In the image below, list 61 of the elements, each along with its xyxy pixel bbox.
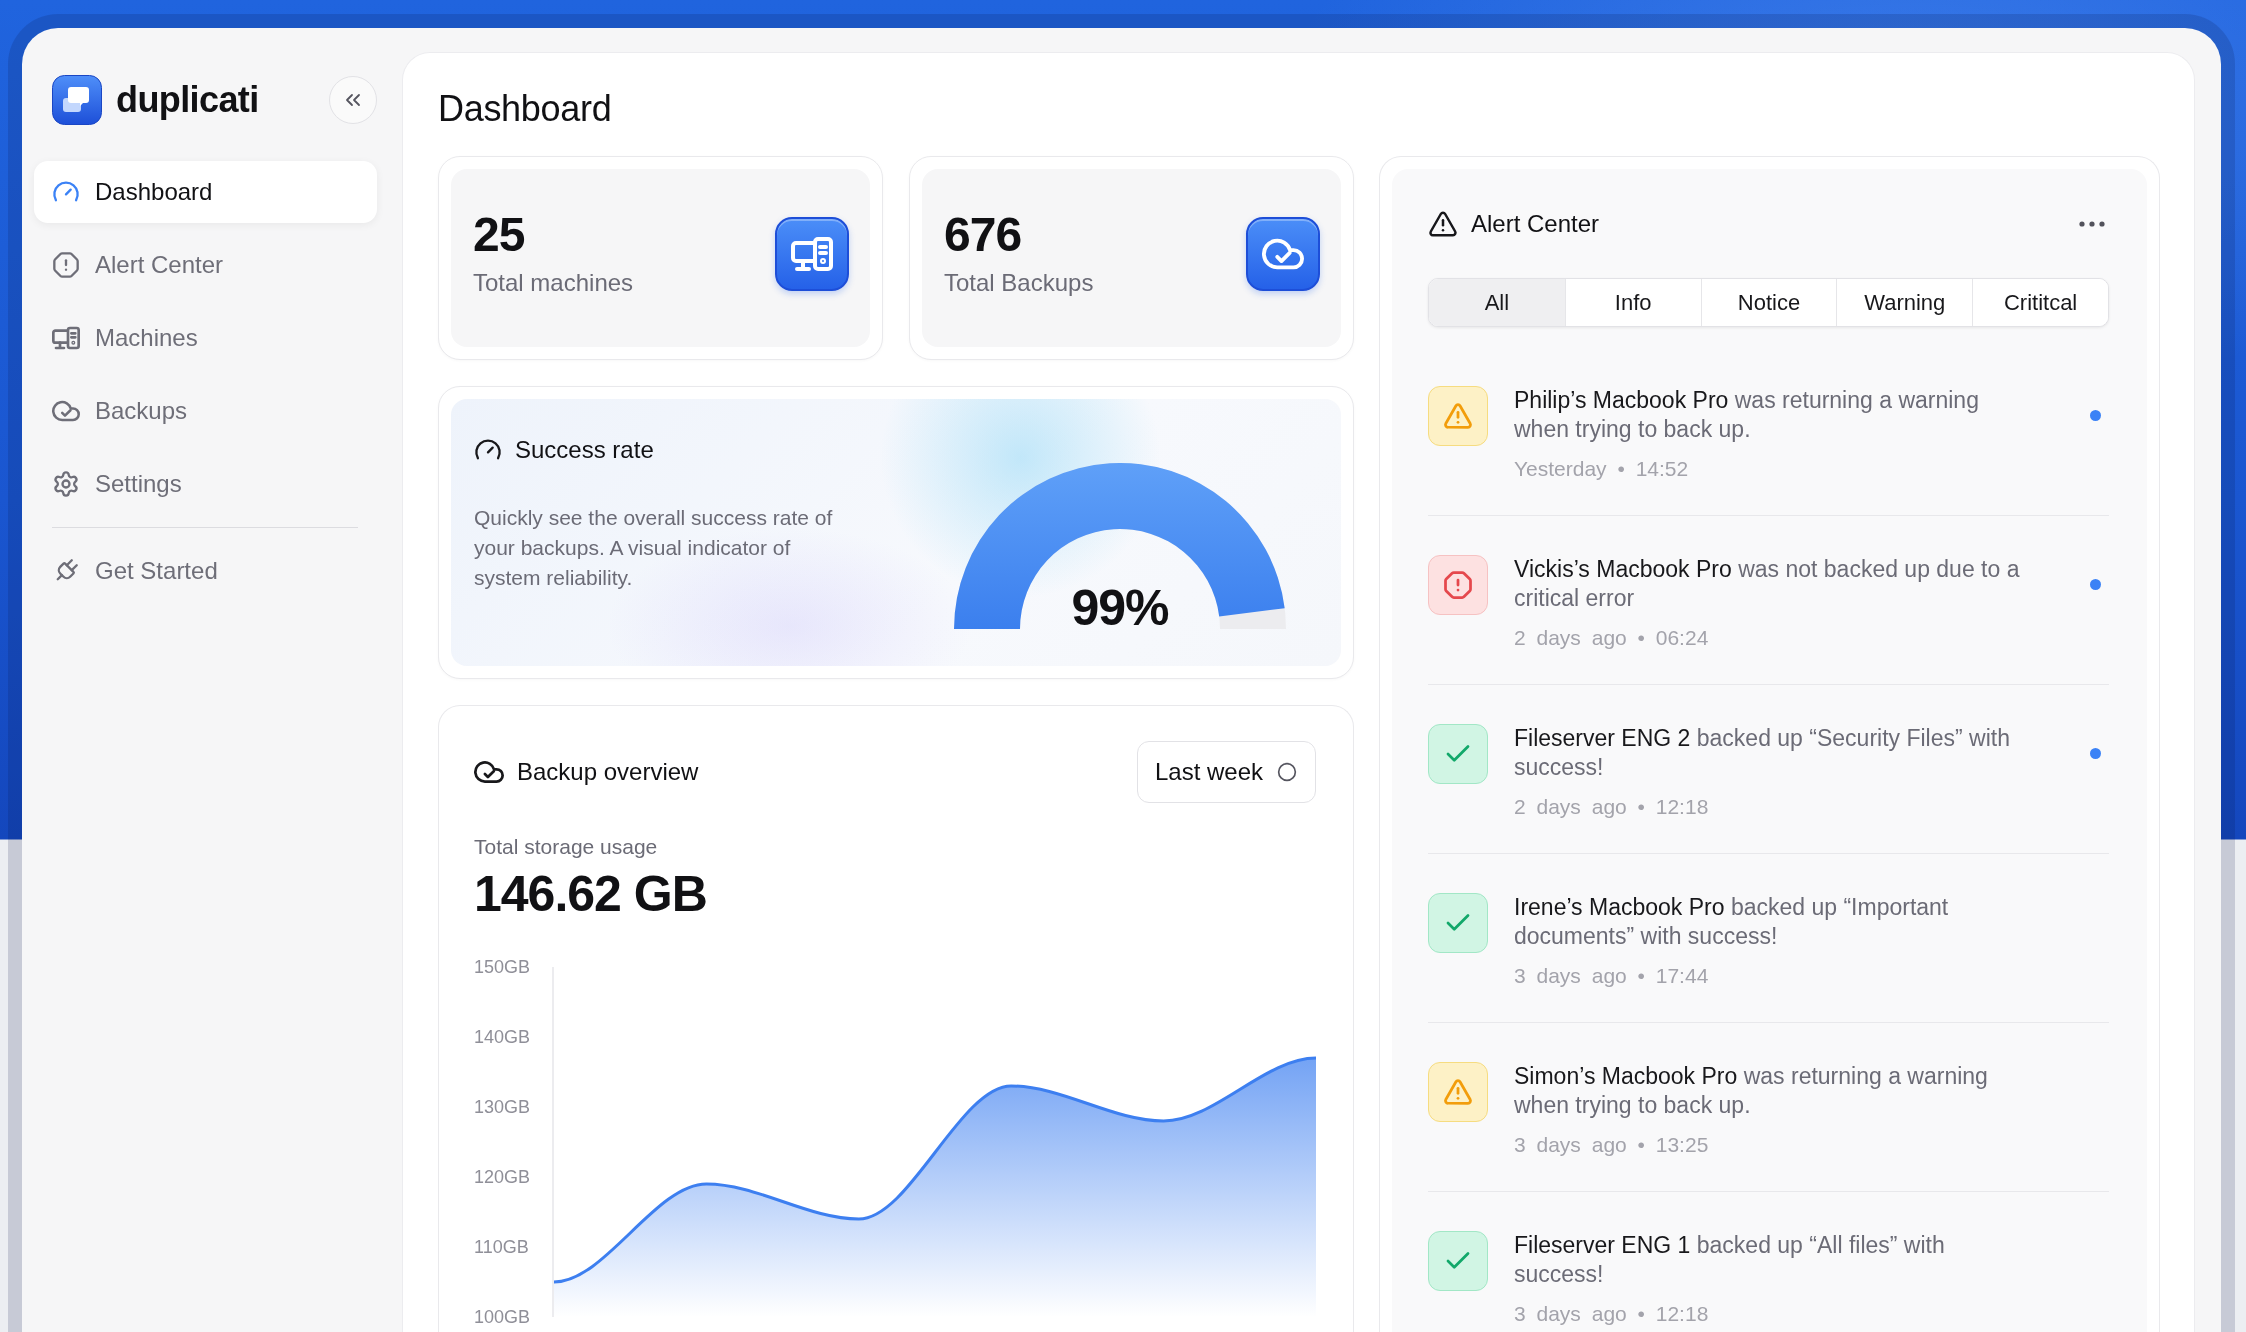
- card-description: Quickly see the overall success rate of your backups. A visual indicator of system reliability.: [474, 505, 834, 591]
- more-icon: [2079, 221, 2105, 227]
- check-icon: [1428, 724, 1488, 784]
- y-tick-label: 110GB: [474, 1237, 529, 1257]
- alert-time: 2 days ago • 12:18: [1514, 796, 1709, 818]
- stat-label: Total machines: [473, 269, 634, 297]
- filter-tab[interactable]: Crititcal: [1972, 279, 2108, 326]
- stat-value: 25: [473, 211, 525, 259]
- alert-message: Philip’s Macbook Pro was returning a warning when trying to back up.: [1514, 386, 1980, 444]
- card-title: Success rate: [515, 436, 654, 464]
- warning-icon: [1428, 209, 1458, 239]
- alert-message: Fileserver ENG 1 backed up “All files” with success!: [1514, 1231, 1946, 1289]
- nav-item[interactable]: Dashboard: [34, 161, 377, 223]
- nav-item[interactable]: Backups: [34, 380, 377, 442]
- warning-icon: [1428, 1062, 1488, 1122]
- y-tick-label: 150GB: [474, 957, 531, 977]
- filter-tab[interactable]: Warning: [1836, 279, 1973, 326]
- period-select-button[interactable]: Last week: [1136, 741, 1316, 803]
- alert-message: Fileserver ENG 2 backed up “Security Files” with success!: [1514, 724, 2011, 782]
- y-tick-label: 120GB: [474, 1167, 531, 1187]
- app-name: duplicati: [116, 79, 259, 121]
- y-tick-label: 140GB: [474, 1027, 531, 1047]
- alert-time: Yesterday • 14:52: [1514, 458, 1689, 480]
- alert-time: 3 days ago • 17:44: [1514, 965, 1709, 987]
- warning-icon: [1428, 386, 1488, 446]
- filter-tab[interactable]: Info: [1564, 279, 1701, 326]
- alert-message: Irene’s Macbook Pro backed up “Important documents” with success!: [1514, 893, 1950, 951]
- alert-message: Simon’s Macbook Pro was returning a warning when trying to back up.: [1514, 1062, 1989, 1120]
- y-tick-label: 100GB: [474, 1307, 531, 1327]
- nav-item[interactable]: Get Started: [34, 540, 377, 602]
- nav-item[interactable]: Machines: [34, 307, 377, 369]
- error-icon: [1428, 555, 1488, 615]
- more-options-button[interactable]: [2079, 221, 2105, 227]
- circle-icon: [1277, 762, 1297, 782]
- computer-icon: [775, 217, 849, 291]
- logo-icon: [52, 75, 102, 125]
- stat-label: Total Backups: [944, 269, 1094, 297]
- check-icon: [1428, 893, 1488, 953]
- check-icon: [1428, 1231, 1488, 1291]
- card-title: Alert Center: [1471, 210, 1600, 238]
- alert-octagon-icon: [52, 251, 80, 279]
- cloud-check-icon: [474, 761, 504, 783]
- nav-item[interactable]: Settings: [34, 453, 377, 515]
- nav-item[interactable]: Alert Center: [34, 234, 377, 296]
- filter-tab[interactable]: Notice: [1700, 279, 1837, 326]
- cloud-check-icon: [1246, 217, 1320, 291]
- storage-label: Total storage usage: [474, 836, 658, 858]
- y-tick-label: 130GB: [474, 1097, 531, 1117]
- filter-tab[interactable]: All: [1429, 279, 1565, 326]
- alert-message: Vickis’s Macbook Pro was not backed up due to a critical error: [1514, 555, 2021, 613]
- alert-time: 3 days ago • 13:25: [1514, 1134, 1709, 1156]
- card-title: Backup overview: [517, 758, 699, 786]
- collapse-sidebar-button[interactable]: [329, 76, 377, 124]
- stat-value: 676: [944, 211, 1022, 259]
- alert-time: 3 days ago • 12:18: [1514, 1303, 1709, 1325]
- alert-time: 2 days ago • 06:24: [1514, 627, 1709, 649]
- settings-icon: [52, 470, 80, 498]
- computer-icon: [52, 324, 80, 352]
- storage-value: 146.62 GB: [474, 869, 707, 919]
- success-rate-value: 99%: [1071, 583, 1169, 633]
- page-title: Dashboard: [438, 87, 612, 131]
